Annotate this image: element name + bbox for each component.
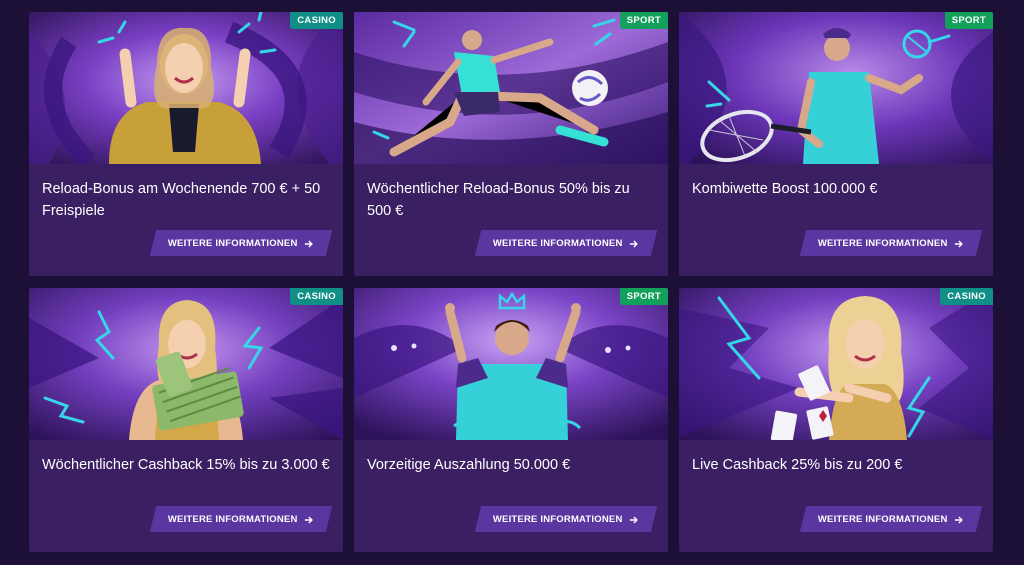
sport-badge: SPORT bbox=[619, 288, 668, 305]
arrow-right-icon bbox=[304, 515, 313, 523]
promo-image-tennis-player bbox=[679, 12, 993, 164]
more-info-label: WEITERE INFORMATIONEN bbox=[818, 237, 948, 249]
more-info-button[interactable]: WEITERE INFORMATIONEN bbox=[149, 506, 333, 532]
promo-image-soccer-player-kick bbox=[354, 12, 668, 164]
more-info-label: WEITERE INFORMATIONEN bbox=[818, 513, 948, 525]
arrow-right-icon bbox=[304, 239, 313, 247]
promo-card[interactable]: SPORT Kombiwette Boost 100.000 € WEITERE… bbox=[679, 12, 993, 276]
more-info-label: WEITERE INFORMATIONEN bbox=[168, 237, 298, 249]
promo-card[interactable]: CASINO Reload-Bonus am Wochenende 700 € … bbox=[29, 12, 343, 276]
casino-badge: CASINO bbox=[940, 288, 993, 305]
promo-image-woman-celebrating bbox=[29, 12, 343, 164]
promo-title: Kombiwette Boost 100.000 € bbox=[692, 181, 878, 197]
promo-image-woman-with-cards bbox=[679, 288, 993, 440]
more-info-button[interactable]: WEITERE INFORMATIONEN bbox=[149, 230, 333, 256]
more-info-label: WEITERE INFORMATIONEN bbox=[493, 513, 623, 525]
promo-card[interactable]: CASINO Wöchentlicher Cashback 15% bis zu… bbox=[29, 288, 343, 552]
promo-image-soccer-player-celebrating bbox=[354, 288, 668, 440]
more-info-label: WEITERE INFORMATIONEN bbox=[493, 237, 623, 249]
promo-title: Wöchentlicher Cashback 15% bis zu 3.000 … bbox=[42, 457, 330, 473]
promo-title: Live Cashback 25% bis zu 200 € bbox=[692, 457, 903, 473]
promotions-grid: CASINO Reload-Bonus am Wochenende 700 € … bbox=[29, 12, 993, 552]
sport-badge: SPORT bbox=[944, 12, 993, 29]
promo-card[interactable]: CASINO Live Cashback 25% bis zu 200 € WE… bbox=[679, 288, 993, 552]
more-info-label: WEITERE INFORMATIONEN bbox=[168, 513, 298, 525]
arrow-right-icon bbox=[629, 239, 638, 247]
more-info-button[interactable]: WEITERE INFORMATIONEN bbox=[799, 230, 983, 256]
casino-badge: CASINO bbox=[290, 12, 343, 29]
more-info-button[interactable]: WEITERE INFORMATIONEN bbox=[474, 506, 658, 532]
more-info-button[interactable]: WEITERE INFORMATIONEN bbox=[799, 506, 983, 532]
promo-title: Reload-Bonus am Wochenende 700 € + 50 Fr… bbox=[42, 181, 321, 219]
promo-card[interactable]: SPORT Vorzeitige Auszahlung 50.000 € WEI… bbox=[354, 288, 668, 552]
sport-badge: SPORT bbox=[619, 12, 668, 29]
casino-badge: CASINO bbox=[290, 288, 343, 305]
promo-card[interactable]: SPORT Wöchentlicher Reload-Bonus 50% bis… bbox=[354, 12, 668, 276]
arrow-right-icon bbox=[954, 239, 963, 247]
promo-title: Vorzeitige Auszahlung 50.000 € bbox=[367, 457, 571, 473]
promo-title: Wöchentlicher Reload-Bonus 50% bis zu 50… bbox=[367, 181, 630, 219]
more-info-button[interactable]: WEITERE INFORMATIONEN bbox=[474, 230, 658, 256]
promo-image-woman-with-cash bbox=[29, 288, 343, 440]
arrow-right-icon bbox=[629, 515, 638, 523]
arrow-right-icon bbox=[954, 515, 963, 523]
